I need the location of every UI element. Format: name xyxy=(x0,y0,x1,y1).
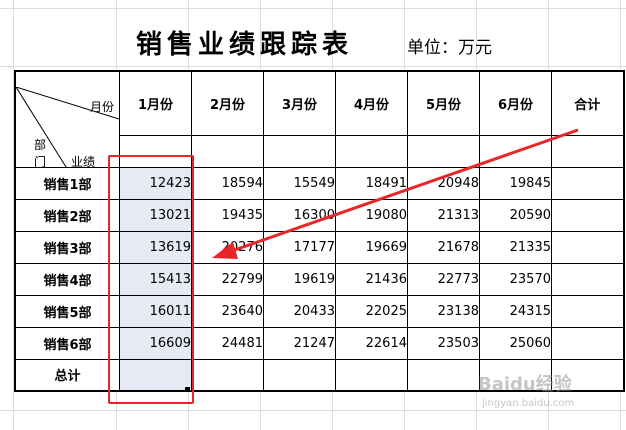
watermark-brand: Baidu经验 xyxy=(478,374,572,395)
arrow-annotation xyxy=(212,128,579,259)
watermark-url: jingyan.baidu.com xyxy=(482,398,575,409)
